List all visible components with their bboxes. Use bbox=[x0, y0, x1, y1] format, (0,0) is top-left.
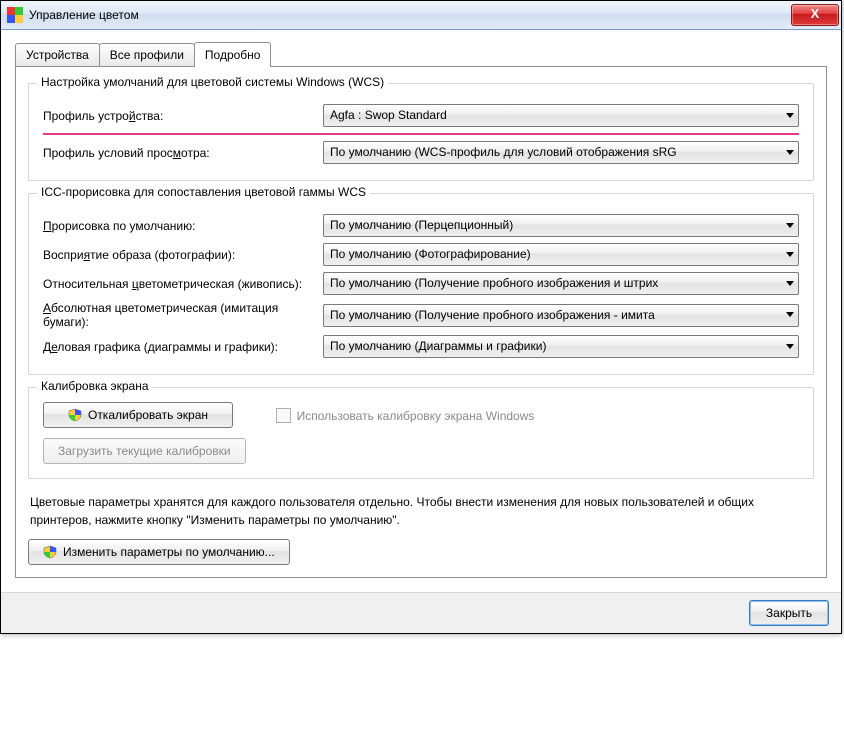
chevron-down-icon bbox=[786, 281, 794, 286]
label-absolute-colorimetric: Абсолютная цветометрическая (имитация бу… bbox=[43, 301, 323, 329]
close-button[interactable]: Закрыть bbox=[749, 600, 829, 626]
titlebar[interactable]: Управление цветом X bbox=[1, 1, 841, 30]
info-text: Цветовые параметры хранятся для каждого … bbox=[30, 493, 812, 529]
chevron-down-icon bbox=[786, 312, 794, 317]
dropdown-relative-colorimetric[interactable]: По умолчанию (Получение пробного изображ… bbox=[323, 272, 799, 295]
dropdown-absolute-colorimetric[interactable]: По умолчанию (Получение пробного изображ… bbox=[323, 304, 799, 327]
chevron-down-icon bbox=[786, 150, 794, 155]
group-icc-rendering: ICC-прорисовка для сопоставления цветово… bbox=[28, 193, 814, 375]
load-current-calibrations-button: Загрузить текущие калибровки bbox=[43, 438, 246, 464]
group-wcs-title: Настройка умолчаний для цветовой системы… bbox=[37, 75, 388, 89]
window-close-button[interactable]: X bbox=[791, 4, 839, 26]
highlight-line bbox=[43, 133, 799, 135]
window-body: Устройства Все профили Подробно Настройк… bbox=[1, 30, 841, 592]
window-title: Управление цветом bbox=[29, 8, 791, 22]
label-default-rendering-intent: Прорисовка по умолчанию: bbox=[43, 219, 323, 233]
group-wcs-defaults: Настройка умолчаний для цветовой системы… bbox=[28, 83, 814, 181]
tab-devices[interactable]: Устройства bbox=[15, 43, 100, 66]
close-icon: X bbox=[811, 6, 820, 21]
label-device-profile: Профиль устройства: bbox=[43, 109, 323, 123]
group-screen-calibration: Калибровка экрана Откалибровать bbox=[28, 387, 814, 479]
group-calibration-title: Калибровка экрана bbox=[37, 379, 153, 393]
chevron-down-icon bbox=[786, 223, 794, 228]
dropdown-device-profile[interactable]: Agfa : Swop Standard bbox=[323, 104, 799, 127]
dropdown-perceptual[interactable]: По умолчанию (Фотографирование) bbox=[323, 243, 799, 266]
tab-advanced[interactable]: Подробно bbox=[194, 42, 272, 67]
chevron-down-icon bbox=[786, 252, 794, 257]
checkbox-icon bbox=[276, 408, 291, 423]
chevron-down-icon bbox=[786, 344, 794, 349]
label-relative-colorimetric: Относительная цветометрическая (живопись… bbox=[43, 277, 323, 291]
chevron-down-icon bbox=[786, 113, 794, 118]
tab-pane-advanced: Настройка умолчаний для цветовой системы… bbox=[15, 67, 827, 578]
dropdown-default-rendering-intent[interactable]: По умолчанию (Перцепционный) bbox=[323, 214, 799, 237]
change-defaults-button[interactable]: Изменить параметры по умолчанию... bbox=[28, 539, 290, 565]
uac-shield-icon bbox=[43, 545, 57, 559]
tab-strip: Устройства Все профили Подробно bbox=[15, 40, 827, 67]
dropdown-viewing-conditions-profile[interactable]: По умолчанию (WCS-профиль для условий от… bbox=[323, 141, 799, 164]
tab-all-profiles[interactable]: Все профили bbox=[99, 43, 195, 66]
calibrate-screen-button[interactable]: Откалибровать экран bbox=[43, 402, 233, 428]
use-windows-calibration-checkbox: Использовать калибровку экрана Windows bbox=[276, 408, 535, 423]
label-viewing-conditions-profile: Профиль условий просмотра: bbox=[43, 146, 323, 160]
uac-shield-icon bbox=[68, 408, 82, 422]
label-perceptual: Восприятие образа (фотографии): bbox=[43, 248, 323, 262]
color-management-window: Управление цветом X Устройства Все профи… bbox=[0, 0, 842, 634]
app-icon bbox=[7, 7, 23, 23]
dropdown-business-graphics[interactable]: По умолчанию (Диаграммы и графики) bbox=[323, 335, 799, 358]
group-icc-title: ICC-прорисовка для сопоставления цветово… bbox=[37, 185, 370, 199]
dialog-footer: Закрыть bbox=[1, 592, 841, 633]
label-business-graphics: Деловая графика (диаграммы и графики): bbox=[43, 340, 323, 354]
